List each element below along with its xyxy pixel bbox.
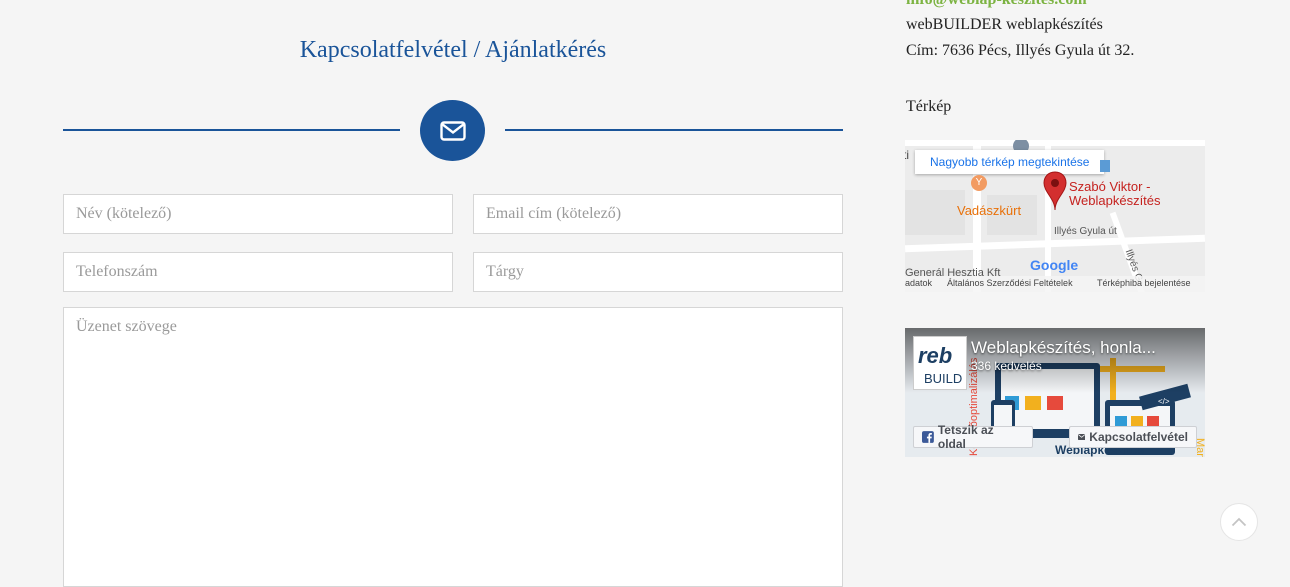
like-button-label: Tetszik az oldal <box>937 423 994 451</box>
place-name-line2: Weblapkészítés <box>1069 193 1161 208</box>
chevron-up-icon <box>1231 517 1247 527</box>
email-input[interactable] <box>473 194 843 234</box>
page-logo[interactable]: reb BUILD <box>913 336 967 390</box>
back-to-top-button[interactable] <box>1220 503 1258 541</box>
map-cut-label: ti <box>905 148 909 162</box>
form-title: Kapcsolatfelvétel / Ajánlatkérés <box>299 37 607 63</box>
facebook-like-button[interactable]: Tetszik az oldal <box>913 423 1033 451</box>
name-input[interactable] <box>63 194 453 234</box>
facebook-like-count: 336 kedvelés <box>971 359 1042 373</box>
contact-button-label: Kapcsolatfelvétel <box>1089 430 1188 444</box>
company-name: webBUILDER weblapkészítés <box>906 16 1103 33</box>
map-pin-icon <box>1043 171 1067 211</box>
divider-line-left <box>63 129 400 131</box>
map-block <box>905 190 965 235</box>
facebook-contact-button[interactable]: Kapcsolatfelvétel <box>1069 426 1197 448</box>
facebook-page-name[interactable]: Weblapkészítés, honla... <box>971 338 1196 358</box>
street-label: Illyés Gyula út <box>1054 226 1117 237</box>
larger-map-link[interactable]: Nagyobb térkép megtekintése <box>915 150 1105 174</box>
message-textarea[interactable] <box>63 307 843 587</box>
envelope-icon <box>439 120 466 141</box>
facebook-icon <box>922 431 934 443</box>
google-logo: Google <box>1030 257 1079 273</box>
contact-email-link[interactable]: info@weblap-keszites.com <box>906 0 1087 9</box>
restaurant-icon: Y <box>971 175 987 191</box>
company-address: Cím: 7636 Pécs, Illyés Gyula út 32. <box>906 42 1135 59</box>
map-data-link[interactable]: adatok <box>905 278 932 288</box>
cover-code-tag: </> <box>1158 397 1170 406</box>
subject-input[interactable] <box>473 252 843 292</box>
envelope-circle <box>420 100 485 161</box>
divider-line-right <box>505 129 843 131</box>
map-terms-link[interactable]: Általános Szerződési Feltételek <box>947 278 1073 288</box>
logo-text-bottom: BUILD <box>924 371 962 386</box>
phone-input[interactable] <box>63 252 453 292</box>
logo-text-top: reb <box>918 343 952 368</box>
map-footer: adatok Általános Szerződési Feltételek T… <box>905 276 1205 292</box>
map-heading: Térkép <box>906 98 952 115</box>
map-road <box>905 234 1205 253</box>
map-report-link[interactable]: Térképhiba bejelentése <box>1097 278 1191 288</box>
map-transit-icon <box>1100 160 1110 172</box>
map-road <box>905 140 1205 146</box>
poi-label: Vadászkürt <box>957 203 1022 218</box>
place-name-line1: Szabó Viktor - <box>1069 179 1151 194</box>
facebook-page-widget[interactable]: </> Keresőoptimalizálás Marketing Weblap… <box>905 328 1205 457</box>
envelope-icon <box>1078 433 1086 441</box>
embedded-map[interactable]: ti Nagyobb térkép megtekintése Szabó Vik… <box>905 140 1205 292</box>
